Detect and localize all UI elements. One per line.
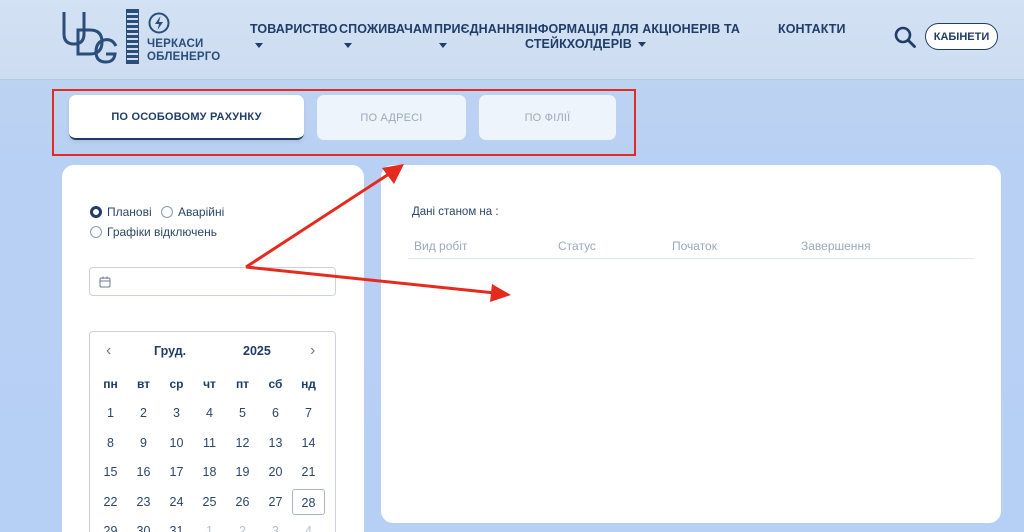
nav-item-label-line2: СТЕЙКХОЛДЕРІВ [525, 37, 632, 51]
weekday-label: пн [103, 376, 118, 391]
chevron-down-icon [344, 43, 352, 48]
chevron-down-icon [255, 43, 263, 48]
calendar-week: 1 2 3 4 5 6 7 [94, 399, 330, 429]
calendar-day[interactable]: 11 [193, 430, 226, 456]
calendar-day[interactable]: 8 [94, 430, 127, 456]
calendar-day[interactable]: 25 [193, 489, 226, 515]
tab-by-address[interactable]: ПО АДРЕСІ [317, 95, 466, 140]
calendar-day[interactable]: 7 [292, 400, 325, 426]
calendar-day[interactable]: 20 [259, 459, 292, 485]
calendar-day[interactable]: 16 [127, 459, 160, 485]
calendar-day[interactable]: 27 [259, 489, 292, 515]
nav-item-contacts[interactable]: КОНТАКТИ [778, 22, 846, 37]
calendar-week: 15 16 17 18 19 20 21 [94, 458, 330, 488]
calendar-day[interactable]: 17 [160, 459, 193, 485]
nav-item-label: ПРИЄДНАННЯ [434, 22, 525, 36]
calendar-week: 22 23 24 25 26 27 28 [94, 487, 330, 517]
column-header-status: Статус [558, 239, 596, 253]
calendar-day[interactable]: 18 [193, 459, 226, 485]
radio-planned[interactable]: Планові [90, 205, 152, 219]
calendar-day[interactable]: 21 [292, 459, 325, 485]
date-input[interactable] [89, 267, 336, 296]
calendar-day[interactable]: 13 [259, 430, 292, 456]
data-as-of-label: Дані станом на : [412, 206, 499, 218]
radio-outage-schedules[interactable]: Графіки відключень [90, 225, 217, 239]
calendar-year[interactable]: 2025 [243, 344, 271, 358]
radio-emergency[interactable]: Аварійні [161, 205, 224, 219]
calendar-month[interactable]: Груд. [154, 344, 186, 358]
column-header-end: Завершення [801, 239, 871, 253]
calendar-day[interactable]: 19 [226, 459, 259, 485]
calendar-week: 29 30 31 1 2 3 4 [94, 517, 330, 532]
table-divider [408, 258, 974, 259]
calendar-day-next-month[interactable]: 1 [193, 518, 226, 532]
weekday-label: вт [136, 376, 151, 391]
radio-button[interactable] [90, 206, 102, 218]
calendar-day[interactable]: 23 [127, 489, 160, 515]
radio-button[interactable] [161, 206, 173, 218]
chevron-left-icon[interactable]: ‹ [106, 342, 111, 360]
calendar-day[interactable]: 30 [127, 518, 160, 532]
radio-label: Аварійні [178, 205, 225, 219]
calendar-day[interactable]: 10 [160, 430, 193, 456]
calendar-day[interactable]: 3 [160, 400, 193, 426]
nav-item-label-line1: ІНФОРМАЦІЯ ДЛЯ АКЦІОНЕРІВ ТА [525, 22, 741, 36]
nav-item-label: СПОЖИВАЧАМ [339, 22, 433, 36]
company-name-line1: ЧЕРКАСИ [147, 38, 204, 50]
lightning-bolt-icon [148, 12, 170, 34]
calendar-day[interactable]: 26 [226, 489, 259, 515]
nav-item-label: КОНТАКТИ [778, 22, 846, 36]
site-header: ЧЕРКАСИ ОБЛЕНЕРГО ТОВАРИСТВО СПОЖИВАЧАМ … [0, 0, 1024, 80]
date-picker-calendar: ‹ Груд. 2025 › пн вт ср чт пт сб нд 1 2 … [89, 331, 336, 532]
tab-by-branch[interactable]: ПО ФІЛІЇ [479, 95, 616, 140]
calendar-day[interactable]: 29 [94, 518, 127, 532]
search-icon[interactable] [893, 25, 917, 49]
calendar-day[interactable]: 6 [259, 400, 292, 426]
calendar-day-next-month[interactable]: 2 [226, 518, 259, 532]
weekday-label: ср [169, 376, 184, 391]
weekday-header: пн вт ср чт пт сб нд [94, 369, 330, 399]
calendar-day[interactable]: 14 [292, 430, 325, 456]
calendar-day[interactable]: 4 [193, 400, 226, 426]
tab-by-account[interactable]: ПО ОСОБОВОМУ РАХУНКУ [69, 95, 304, 140]
weekday-label: нд [301, 376, 316, 391]
calendar-day-next-month[interactable]: 3 [259, 518, 292, 532]
weekday-label: чт [203, 376, 216, 391]
nav-item-label: ТОВАРИСТВО [250, 22, 338, 36]
calendar-day[interactable]: 9 [127, 430, 160, 456]
company-name[interactable]: ЧЕРКАСИ ОБЛЕНЕРГО [147, 38, 220, 64]
radio-label: Планові [107, 205, 152, 219]
weekday-label: сб [268, 376, 283, 391]
company-name-line2: ОБЛЕНЕРГО [147, 51, 221, 63]
radio-label: Графіки відключень [107, 225, 217, 239]
calendar-day[interactable]: 22 [94, 489, 127, 515]
calendar-week: 8 9 10 11 12 13 14 [94, 428, 330, 458]
calendar-day[interactable]: 12 [226, 430, 259, 456]
calendar-day[interactable]: 2 [127, 400, 160, 426]
calendar-day[interactable]: 31 [160, 518, 193, 532]
chevron-down-icon [637, 42, 646, 48]
nav-item-company[interactable]: ТОВАРИСТВО [250, 22, 338, 48]
calendar-day[interactable]: 15 [94, 459, 127, 485]
calendar-day-today[interactable]: 28 [292, 488, 325, 515]
calendar-day-next-month[interactable]: 4 [292, 518, 325, 532]
calendar-icon [99, 276, 111, 288]
calendar-day[interactable]: 5 [226, 400, 259, 426]
nav-item-connection[interactable]: ПРИЄДНАННЯ [434, 22, 524, 48]
chevron-down-icon [439, 43, 447, 48]
results-panel [381, 165, 1001, 523]
chevron-right-icon[interactable]: › [310, 342, 315, 360]
calendar-day[interactable]: 1 [94, 400, 127, 426]
cabinets-button[interactable]: КАБІНЕТИ [925, 23, 998, 50]
udg-logo-icon[interactable] [60, 8, 120, 64]
calendar-grid: пн вт ср чт пт сб нд 1 2 3 4 5 6 7 8 9 1… [94, 369, 330, 532]
nav-item-shareholders[interactable]: ІНФОРМАЦІЯ ДЛЯ АКЦІОНЕРІВ ТА СТЕЙКХОЛДЕР… [525, 22, 740, 52]
calendar-day[interactable]: 24 [160, 489, 193, 515]
radio-button[interactable] [90, 226, 102, 238]
weekday-label: пт [235, 376, 250, 391]
column-header-work-type: Вид робіт [414, 239, 468, 253]
nav-item-consumers[interactable]: СПОЖИВАЧАМ [339, 22, 433, 48]
logo-ornament [126, 9, 139, 64]
column-header-start: Початок [672, 239, 717, 253]
